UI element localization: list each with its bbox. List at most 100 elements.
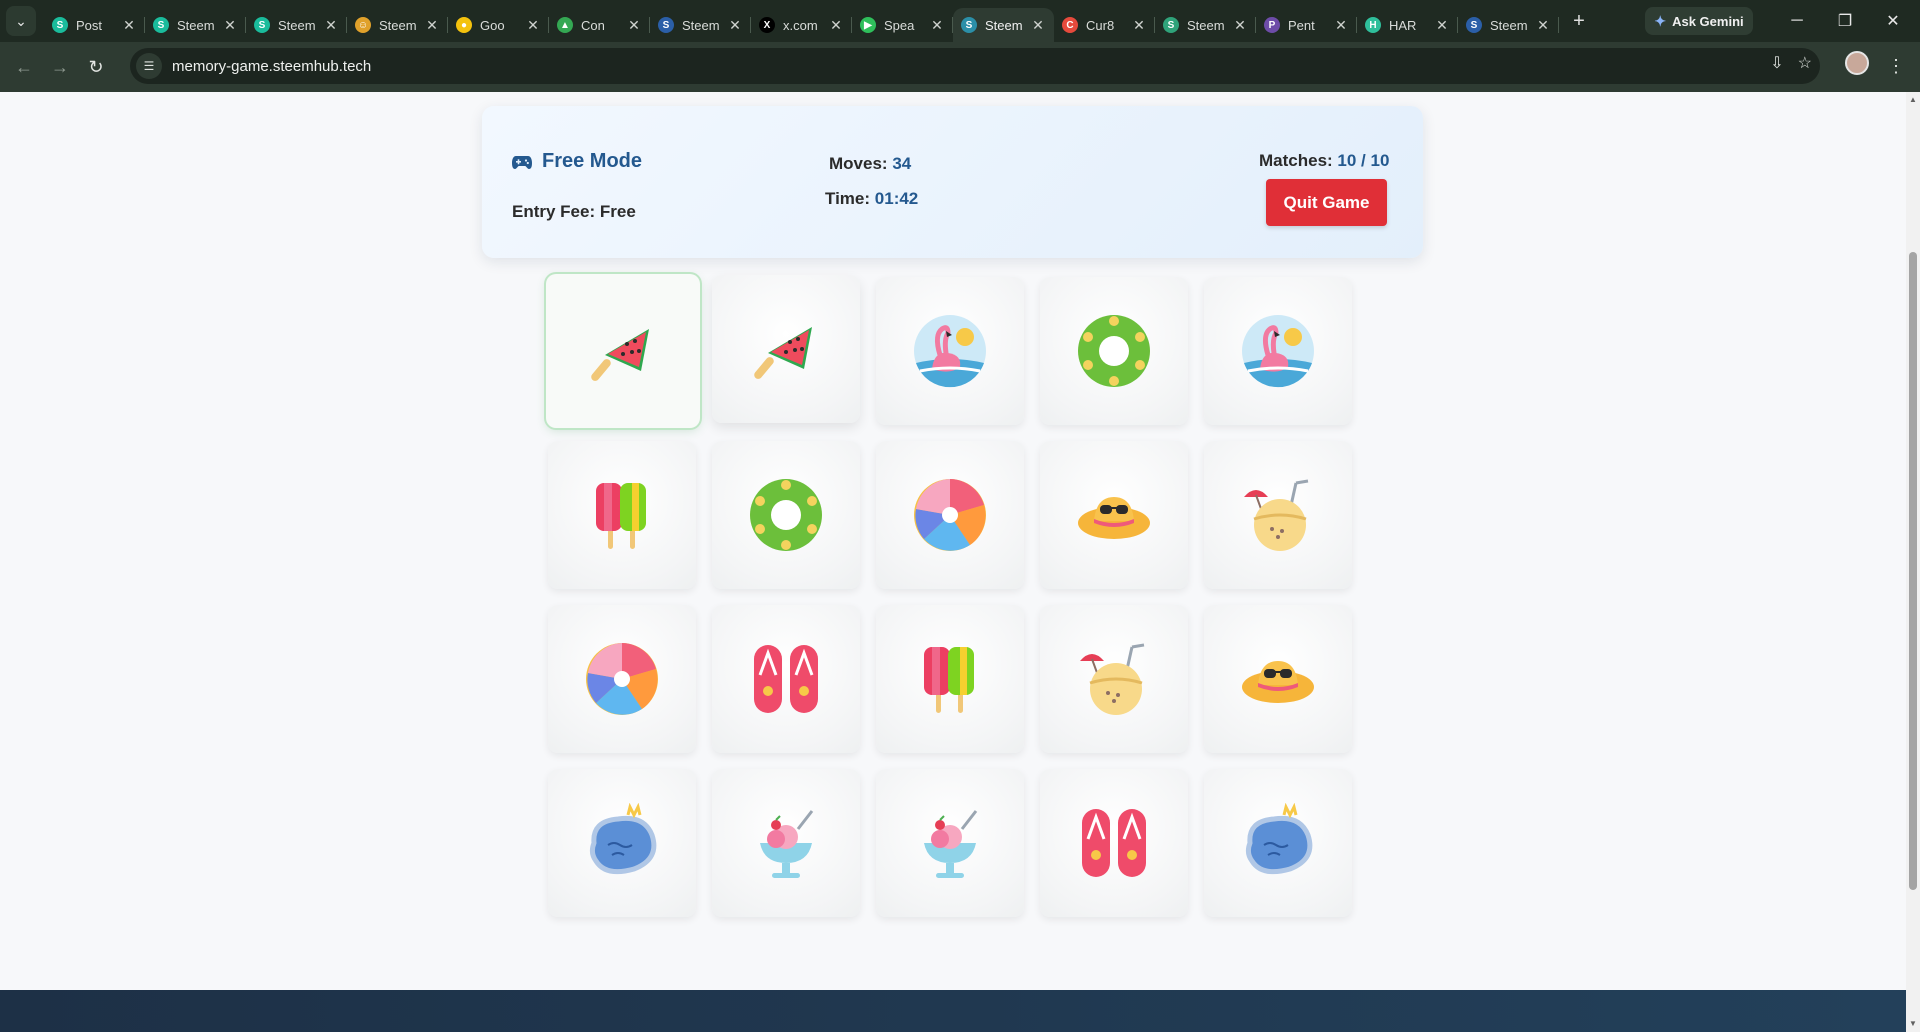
drive-icon: ▲: [557, 17, 573, 33]
memory-card[interactable]: [1204, 769, 1352, 917]
profile-avatar[interactable]: [1845, 51, 1869, 75]
memory-card[interactable]: [876, 769, 1024, 917]
memory-card[interactable]: [876, 441, 1024, 589]
memory-card[interactable]: [876, 605, 1024, 753]
memory-card[interactable]: [1040, 605, 1188, 753]
memory-card[interactable]: [1040, 277, 1188, 425]
tab-title: Goo: [480, 17, 505, 33]
tab-close-icon[interactable]: ✕: [929, 17, 945, 34]
tab-close-icon[interactable]: ✕: [727, 17, 743, 34]
scroll-down-arrow-icon[interactable]: ▼: [1909, 1020, 1917, 1028]
memory-card[interactable]: [712, 605, 860, 753]
steemhub-icon: S: [254, 17, 270, 33]
memory-card[interactable]: [1040, 441, 1188, 589]
ice-cream-cup-icon: [924, 810, 978, 878]
tab-title: Steem: [379, 17, 417, 33]
memory-card[interactable]: [1204, 605, 1352, 753]
entry-fee-label: Entry Fee:: [512, 202, 596, 221]
tab-close-icon[interactable]: ✕: [626, 17, 642, 34]
memory-card[interactable]: [1204, 441, 1352, 589]
card-grid: [546, 274, 1355, 917]
tab-close-icon[interactable]: ✕: [1131, 17, 1147, 34]
tab-title: Steem: [682, 17, 720, 33]
install-app-icon[interactable]: ⇩: [1770, 53, 1783, 73]
tab-close-icon[interactable]: ✕: [828, 17, 844, 34]
browser-tab[interactable]: S Steem ✕: [145, 8, 246, 42]
new-tab-button[interactable]: +: [1565, 7, 1593, 35]
pool-icon: [1245, 803, 1313, 875]
tab-close-icon[interactable]: ✕: [1434, 17, 1450, 34]
browser-toolbar: ← → ↻ ☰ memory-game.steemhub.tech ⇩ ☆ ⋮: [0, 42, 1920, 92]
memory-card[interactable]: [876, 277, 1024, 425]
sun-hat-icon: [1242, 661, 1314, 703]
restore-button[interactable]: ❐: [1821, 0, 1869, 42]
tab-close-icon[interactable]: ✕: [1030, 17, 1046, 34]
tab-close-icon[interactable]: ✕: [424, 17, 440, 34]
matches-label: Matches:: [1259, 151, 1333, 170]
memory-card[interactable]: [712, 769, 860, 917]
browser-tab[interactable]: Xx.com ✕: [751, 8, 852, 42]
matches-counter: Matches: 10 / 10: [1259, 151, 1389, 171]
browser-tab[interactable]: S Steem ✕: [246, 8, 347, 42]
tab-search-button[interactable]: ⌄: [6, 6, 36, 36]
reload-button[interactable]: ↻: [78, 49, 114, 85]
browser-tab[interactable]: S Steem ✕: [1458, 8, 1559, 42]
tab-close-icon[interactable]: ✕: [222, 17, 238, 34]
page-scrollbar[interactable]: ▲ ▼: [1906, 92, 1920, 1032]
emoji-icon: ☺: [355, 17, 371, 33]
browser-tab[interactable]: ☺ Steem ✕: [347, 8, 448, 42]
x-icon: X: [759, 17, 775, 33]
forward-button[interactable]: →: [42, 49, 78, 85]
memory-card[interactable]: [548, 605, 696, 753]
tab-title: Cur8: [1086, 17, 1115, 33]
memory-card[interactable]: [712, 441, 860, 589]
close-window-button[interactable]: ✕: [1869, 0, 1917, 42]
har-icon: H: [1365, 17, 1381, 33]
bulb-icon: ●: [456, 17, 472, 33]
memory-card[interactable]: [1204, 277, 1352, 425]
tab-close-icon[interactable]: ✕: [323, 17, 339, 34]
steem-icon: S: [961, 17, 977, 33]
tab-close-icon[interactable]: ✕: [1333, 17, 1349, 34]
browser-menu-icon[interactable]: ⋮: [1884, 51, 1908, 81]
browser-tab[interactable]: C Cur8 ✕: [1054, 8, 1155, 42]
browser-tab[interactable]: H HAR ✕: [1357, 8, 1458, 42]
site-info-icon[interactable]: ☰: [136, 53, 162, 79]
memory-card[interactable]: [546, 274, 700, 428]
bookmark-star-icon[interactable]: ☆: [1798, 53, 1812, 73]
quit-game-button[interactable]: Quit Game: [1266, 179, 1387, 226]
memory-card[interactable]: [1040, 769, 1188, 917]
tab-close-icon[interactable]: ✕: [1535, 17, 1551, 34]
beach-ball-icon: [914, 479, 986, 551]
steem-icon: S: [1466, 17, 1482, 33]
tab-title: Pent: [1288, 17, 1315, 33]
browser-tab[interactable]: S Post ✕: [44, 8, 145, 42]
flip-flops-icon: [754, 645, 818, 713]
browser-tab[interactable]: ▶ Spea ✕: [852, 8, 953, 42]
minimize-button[interactable]: ─: [1773, 0, 1821, 42]
browser-tab[interactable]: S Steem ✕: [953, 8, 1054, 42]
url-text[interactable]: memory-game.steemhub.tech: [172, 58, 371, 75]
scroll-up-arrow-icon[interactable]: ▲: [1909, 96, 1917, 104]
coconut-drink-icon: [1244, 479, 1309, 551]
browser-tab[interactable]: P Pent ✕: [1256, 8, 1357, 42]
flamingo-sun-icon: [1242, 315, 1314, 388]
tab-close-icon[interactable]: ✕: [121, 17, 137, 34]
memory-card[interactable]: [548, 441, 696, 589]
scrollbar-thumb[interactable]: [1909, 252, 1917, 890]
browser-tab[interactable]: S Steem ✕: [650, 8, 751, 42]
entry-fee-value: Free: [599, 202, 636, 221]
beach-ball-icon: [586, 643, 658, 715]
pool-icon: [589, 803, 657, 875]
memory-card[interactable]: [712, 275, 860, 423]
moves-label: Moves:: [829, 154, 888, 173]
address-bar[interactable]: ☰ memory-game.steemhub.tech ⇩ ☆: [130, 48, 1820, 84]
tab-close-icon[interactable]: ✕: [525, 17, 541, 34]
browser-tab[interactable]: ● Goo ✕: [448, 8, 549, 42]
tab-close-icon[interactable]: ✕: [1232, 17, 1248, 34]
memory-card[interactable]: [548, 769, 696, 917]
browser-tab[interactable]: ▲ Con ✕: [549, 8, 650, 42]
back-button[interactable]: ←: [6, 49, 42, 85]
browser-tab[interactable]: S Steem ✕: [1155, 8, 1256, 42]
ask-gemini-button[interactable]: ✦ Ask Gemini: [1645, 7, 1753, 35]
